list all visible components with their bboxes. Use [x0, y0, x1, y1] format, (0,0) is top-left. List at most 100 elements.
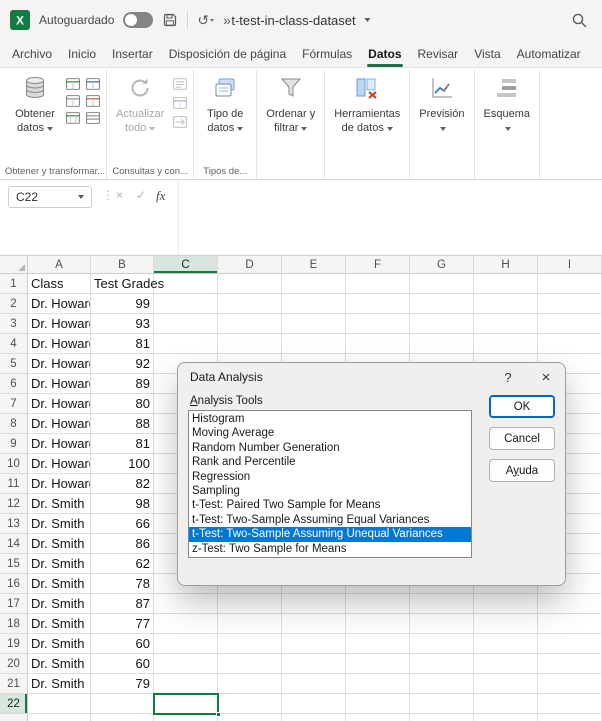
cell-G21[interactable]	[410, 674, 474, 694]
cell-C22[interactable]	[154, 694, 218, 714]
data-source-icon[interactable]	[85, 111, 101, 125]
cell-B6[interactable]: 89	[91, 374, 154, 394]
get-data-button[interactable]: Obtener datos	[9, 72, 61, 136]
cell-H4[interactable]	[474, 334, 538, 354]
cell-E17[interactable]	[282, 594, 346, 614]
row-header-8[interactable]: 8	[0, 414, 28, 434]
tab-formulas[interactable]: Fórmulas	[294, 40, 360, 67]
cell[interactable]	[91, 714, 154, 721]
cell-C21[interactable]	[154, 674, 218, 694]
analysis-tool-option[interactable]: Rank and Percentile	[189, 455, 471, 469]
cell-B13[interactable]: 66	[91, 514, 154, 534]
cell[interactable]	[538, 714, 602, 721]
dialog-titlebar[interactable]: Data Analysis ? ×	[178, 363, 565, 391]
data-source-icon[interactable]	[65, 94, 81, 108]
cell-E1[interactable]	[282, 274, 346, 294]
cell-H2[interactable]	[474, 294, 538, 314]
cell-E3[interactable]	[282, 314, 346, 334]
cell-F4[interactable]	[346, 334, 410, 354]
cell-E18[interactable]	[282, 614, 346, 634]
cell-G22[interactable]	[410, 694, 474, 714]
cell-B3[interactable]: 93	[91, 314, 154, 334]
cell-I17[interactable]	[538, 594, 602, 614]
column-header-c[interactable]: C	[154, 256, 218, 274]
data-source-icon[interactable]	[85, 94, 101, 108]
cell-G19[interactable]	[410, 634, 474, 654]
data-tools-button[interactable]: Herramientas de datos	[330, 72, 404, 136]
row-header-12[interactable]: 12	[0, 494, 28, 514]
analysis-tools-listbox[interactable]: HistogramMoving AverageRandom Number Gen…	[188, 410, 472, 558]
document-title[interactable]: t-test-in-class-dataset	[231, 13, 370, 28]
cell-E19[interactable]	[282, 634, 346, 654]
cell-I4[interactable]	[538, 334, 602, 354]
row-header-13[interactable]: 13	[0, 514, 28, 534]
cell-H22[interactable]	[474, 694, 538, 714]
cell-C2[interactable]	[154, 294, 218, 314]
tab-inicio[interactable]: Inicio	[60, 40, 104, 67]
cell-B4[interactable]: 81	[91, 334, 154, 354]
analysis-tool-option[interactable]: Random Number Generation	[189, 441, 471, 455]
cell-B7[interactable]: 80	[91, 394, 154, 414]
column-header-a[interactable]: A	[28, 256, 91, 274]
row-header-18[interactable]: 18	[0, 614, 28, 634]
connection-tool-icon[interactable]	[172, 96, 188, 110]
analysis-tool-option[interactable]: Regression	[189, 470, 471, 484]
cell-I20[interactable]	[538, 654, 602, 674]
connection-tool-icon[interactable]	[172, 115, 188, 129]
cell-D3[interactable]	[218, 314, 282, 334]
cell-A1[interactable]: Class	[28, 274, 91, 294]
tab-archivo[interactable]: Archivo	[4, 40, 60, 67]
analysis-tool-option[interactable]: Sampling	[189, 484, 471, 498]
cell-E20[interactable]	[282, 654, 346, 674]
cell[interactable]	[28, 714, 91, 721]
cell-F1[interactable]	[346, 274, 410, 294]
cell-C4[interactable]	[154, 334, 218, 354]
cell-B2[interactable]: 99	[91, 294, 154, 314]
dialog-help-icon[interactable]: ?	[489, 370, 527, 385]
cell-I1[interactable]	[538, 274, 602, 294]
more-commands-icon[interactable]: »	[223, 13, 231, 27]
cell-A11[interactable]: Dr. Howard	[28, 474, 91, 494]
cell-A4[interactable]: Dr. Howard	[28, 334, 91, 354]
select-all-corner[interactable]	[0, 256, 28, 274]
ok-button[interactable]: OK	[489, 395, 555, 418]
cell-A14[interactable]: Dr. Smith	[28, 534, 91, 554]
cell-E4[interactable]	[282, 334, 346, 354]
cell-D21[interactable]	[218, 674, 282, 694]
cell-D18[interactable]	[218, 614, 282, 634]
row-header-11[interactable]: 11	[0, 474, 28, 494]
column-header-h[interactable]: H	[474, 256, 538, 274]
tab-vista[interactable]: Vista	[466, 40, 508, 67]
cell-F17[interactable]	[346, 594, 410, 614]
cell-B22[interactable]	[91, 694, 154, 714]
cell-E21[interactable]	[282, 674, 346, 694]
cell-G1[interactable]	[410, 274, 474, 294]
row-header[interactable]	[0, 714, 28, 721]
cell-C3[interactable]	[154, 314, 218, 334]
cell-B10[interactable]: 100	[91, 454, 154, 474]
tab-insertar[interactable]: Insertar	[104, 40, 161, 67]
cell-B12[interactable]: 98	[91, 494, 154, 514]
cell-G17[interactable]	[410, 594, 474, 614]
cell-I22[interactable]	[538, 694, 602, 714]
column-header-g[interactable]: G	[410, 256, 474, 274]
search-icon[interactable]	[571, 12, 588, 29]
cell-C19[interactable]	[154, 634, 218, 654]
cell-F3[interactable]	[346, 314, 410, 334]
autosave-toggle[interactable]	[123, 12, 153, 28]
data-source-icon[interactable]	[65, 77, 81, 91]
column-header-i[interactable]: I	[538, 256, 602, 274]
cell[interactable]	[282, 714, 346, 721]
analysis-tool-option[interactable]: z-Test: Two Sample for Means	[189, 542, 471, 556]
analysis-tool-option[interactable]: t-Test: Two-Sample Assuming Equal Varian…	[189, 513, 471, 527]
cell-D2[interactable]	[218, 294, 282, 314]
row-header-21[interactable]: 21	[0, 674, 28, 694]
tab-automatizar[interactable]: Automatizar	[509, 40, 589, 67]
row-header-2[interactable]: 2	[0, 294, 28, 314]
help-button[interactable]: Ayuda	[489, 459, 555, 482]
cell-H19[interactable]	[474, 634, 538, 654]
cell-I2[interactable]	[538, 294, 602, 314]
cell-B20[interactable]: 60	[91, 654, 154, 674]
cell-D4[interactable]	[218, 334, 282, 354]
cell[interactable]	[410, 714, 474, 721]
